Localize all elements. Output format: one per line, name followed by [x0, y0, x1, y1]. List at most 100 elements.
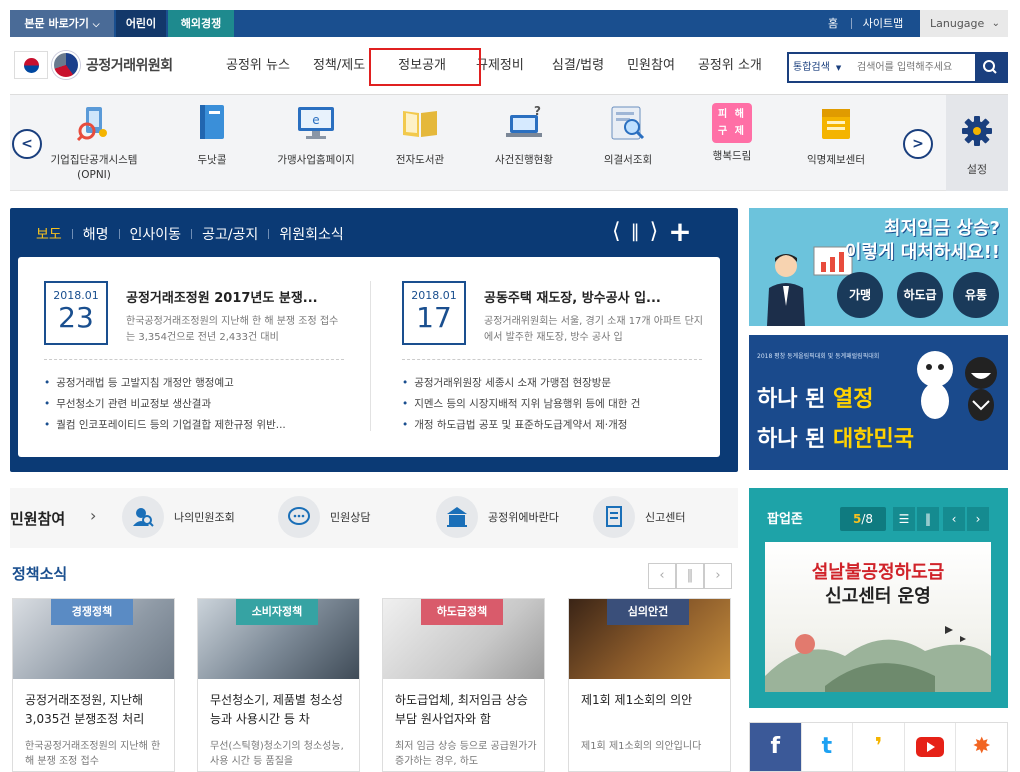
nav-decisions-laws[interactable]: 심결/법령	[552, 37, 604, 95]
quick-link-case-status[interactable]: ? 사건진행현황	[474, 103, 574, 168]
quick-link-library[interactable]: 전자도서관	[370, 103, 470, 168]
my-complaint-button[interactable]: 나의민원조회	[122, 496, 235, 538]
kakaostory-icon[interactable]: ❜	[853, 723, 905, 771]
language-label: Lanugage	[930, 17, 985, 30]
date-day: 17	[416, 301, 452, 334]
list-item[interactable]: 지멘스 등의 시장지배적 지위 남용행위 등에 대한 건	[402, 394, 712, 415]
header: 공정거래위원회 공정위 뉴스 정책/제도 정보공개 규제정비 심결/법령 민원참…	[10, 37, 1008, 95]
nav-news[interactable]: 공정위 뉴스	[226, 37, 290, 95]
speech-bubble-icon	[278, 496, 320, 538]
folder-icon	[822, 109, 850, 139]
policy-controls: ‹ ‖ ›	[648, 563, 732, 589]
news-panel: 보도 해명 인사이동 공고/공지 위원회소식 ⟨ ‖ ⟩ + 2018.01 2…	[10, 208, 738, 472]
franchise-button[interactable]: 가맹	[837, 272, 883, 318]
popup-subheadline: 신고센터 운영	[825, 586, 931, 607]
minimum-wage-banner[interactable]: 최저임금 상승? 이렇게 대처하세요!! 가맹 하도급 유통	[749, 208, 1008, 326]
suggestion-button[interactable]: 공정위에바란다	[436, 496, 559, 538]
policy-card[interactable]: 소비자정책 무선청소기, 제품별 청소성능과 사용시간 등 차 무선(스틱형)청…	[197, 598, 360, 772]
search-box: 통합검색 ▼	[787, 52, 1008, 83]
search-input[interactable]	[857, 57, 977, 78]
highlight-box	[369, 48, 481, 86]
kids-link[interactable]: 어린이	[116, 10, 166, 37]
chevron-right-icon[interactable]: ⟩	[650, 220, 659, 244]
list-item[interactable]: 공정거래위원장 세종시 소재 가맹점 현장방문	[402, 373, 712, 394]
list-item[interactable]: 퀄컴 인코포레이티드 등의 기업결합 제한규정 위반...	[44, 415, 354, 436]
list-item[interactable]: 공정거래법 등 고발지침 개정안 행정예고	[44, 373, 354, 394]
facebook-icon[interactable]: f	[750, 723, 802, 771]
emblem-icon	[52, 51, 80, 79]
quick-link-franchise[interactable]: e 가맹사업홈페이지	[266, 103, 366, 168]
pause-icon[interactable]: ‖	[631, 220, 640, 244]
article-title[interactable]: 공동주택 재도장, 방수공사 입...	[484, 287, 704, 306]
settings-label: 설정	[966, 163, 988, 176]
chevron-left-icon[interactable]: ‹	[943, 507, 965, 531]
article-title[interactable]: 공정거래조정원 2017년도 분쟁...	[126, 287, 346, 306]
tab-personnel[interactable]: 인사이동	[120, 224, 192, 244]
tab-committee-news[interactable]: 위원회소식	[269, 224, 353, 244]
nav-civil[interactable]: 민원참여	[627, 37, 675, 95]
search-scope-select[interactable]: 통합검색 ▼	[789, 54, 855, 81]
tab-clarification[interactable]: 해명	[73, 224, 119, 244]
popup-zone: 팝업존 5/8 ☰ ‖ ‹ › 설날불공정하도급 신고센터 운영	[749, 488, 1008, 708]
list-item[interactable]: 개정 하도급법 공포 및 표준하도급계약서 제·개정	[402, 415, 712, 436]
skip-to-content-button[interactable]: 본문 바로가기 ⌵	[10, 10, 114, 37]
list-item[interactable]: 무선청소기 관련 비교정보 생산결과	[44, 394, 354, 415]
chevron-right-icon[interactable]: ›	[967, 507, 989, 531]
pause-icon[interactable]: ‖	[917, 507, 939, 531]
home-link[interactable]: 홈	[818, 10, 848, 37]
tab-press[interactable]: 보도	[26, 224, 72, 244]
youtube-icon[interactable]	[905, 723, 957, 771]
logo[interactable]: 공정거래위원회	[14, 51, 173, 79]
chevron-right-icon[interactable]: ›	[704, 563, 732, 589]
tab-notices[interactable]: 공고/공지	[192, 224, 268, 244]
prev-arrow-button[interactable]: <	[12, 129, 42, 159]
policy-card[interactable]: 경쟁정책 공정거래조정원, 지난해 3,035건 분쟁조정 처리 한국공정거래조…	[12, 598, 175, 772]
olympic-banner[interactable]: 2018 평창 동계올림픽대회 및 동계패럴림픽대회 하나 된 열정 하나 된 …	[749, 335, 1008, 470]
nav-policy[interactable]: 정책/제도	[313, 37, 365, 95]
next-arrow-button[interactable]: >	[903, 129, 933, 159]
search-button[interactable]	[975, 54, 1006, 81]
card-title: 무선청소기, 제품별 청소성능과 사용시간 등 차	[210, 693, 343, 726]
quick-link-anonymous-report[interactable]: 익명제보센터	[786, 103, 886, 168]
twitter-icon[interactable]: t	[802, 723, 854, 771]
report-center-button[interactable]: 신고센터	[593, 496, 685, 538]
nav-about[interactable]: 공정위 소개	[698, 37, 762, 95]
overseas-competition-link[interactable]: 해외경쟁	[168, 10, 234, 37]
quick-link-label: 익명제보센터	[807, 154, 865, 166]
main-nav: 공정위 뉴스 정책/제도 정보공개 규제정비 심결/법령 민원참여 공정위 소개	[226, 37, 785, 95]
policy-card[interactable]: 하도급정책 하도급업체, 최저임금 상승 부담 원사업자와 함 최저 임금 상승…	[382, 598, 545, 772]
subcontract-button[interactable]: 하도급	[897, 272, 943, 318]
chevron-right-icon[interactable]: ›	[90, 506, 96, 525]
consultation-button[interactable]: 민원상담	[278, 496, 370, 538]
blog-icon[interactable]: ✸	[956, 723, 1007, 771]
popup-headline: 설날불공정하도급	[811, 562, 945, 583]
list-icon[interactable]: ☰	[893, 507, 915, 531]
quick-link-happy-dream[interactable]: 피 해 구 제 행복드림	[682, 103, 782, 164]
settings-button[interactable]: 설정	[946, 95, 1008, 191]
banner-subheadline: 이렇게 대처하세요!!	[844, 242, 1000, 263]
headline-list: 공정거래위원장 세종시 소재 가맹점 현장방문 지멘스 등의 시장지배적 지위 …	[402, 373, 712, 436]
quick-link-decisions[interactable]: 의결서조회	[578, 103, 678, 168]
sitemap-link[interactable]: 사이트맵	[856, 10, 910, 37]
businessman-illustration	[767, 254, 805, 326]
logo-text: 공정거래위원회	[86, 58, 173, 74]
popup-banner[interactable]: 설날불공정하도급 신고센터 운영	[765, 542, 991, 692]
monitor-icon: e	[298, 107, 334, 139]
category-badge: 소비자정책	[236, 599, 318, 625]
chevron-left-icon[interactable]: ‹	[648, 563, 676, 589]
pause-icon[interactable]: ‖	[676, 563, 704, 589]
plus-icon[interactable]: +	[668, 218, 691, 246]
banner-caption: 2018 평창 동계올림픽대회 및 동계패럴림픽대회	[757, 353, 880, 360]
category-badge: 하도급정책	[421, 599, 503, 625]
nav-regulation[interactable]: 규제정비	[476, 37, 524, 95]
distribution-button[interactable]: 유통	[953, 272, 999, 318]
svg-text:e: e	[312, 113, 319, 127]
category-badge: 경쟁정책	[51, 599, 133, 625]
policy-card[interactable]: 심의안건 제1회 제1소회의 의안 제1회 제1소회의 의안입니다	[568, 598, 731, 772]
quick-link-donotcall[interactable]: 두낫콜	[162, 103, 262, 168]
chevron-left-icon[interactable]: ⟨	[612, 220, 621, 244]
language-select[interactable]: Lanugage ⌄	[920, 10, 1008, 37]
quick-link-opni[interactable]: 기업집단공개시스템 (OPNI)	[44, 103, 144, 183]
relief-icon: 피 해 구 제	[712, 103, 752, 143]
banner-highlight: 대한민국	[833, 427, 915, 452]
